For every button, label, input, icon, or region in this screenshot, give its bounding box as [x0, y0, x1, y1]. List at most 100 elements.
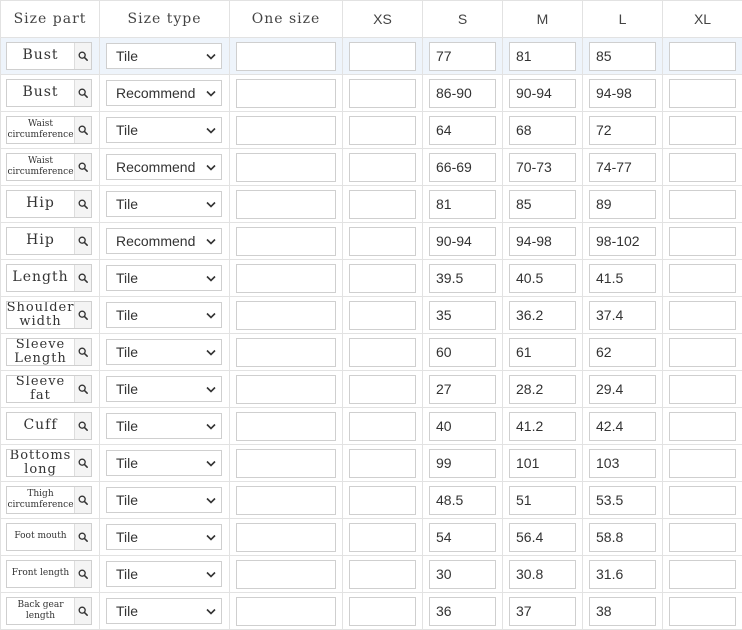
m-input[interactable]: 90-94 [509, 79, 576, 108]
size-part-field[interactable]: Bottoms long [6, 449, 92, 477]
one-size-input[interactable] [236, 560, 336, 589]
xl-input[interactable] [669, 42, 736, 71]
l-input[interactable]: 62 [589, 338, 656, 367]
m-input[interactable]: 30.8 [509, 560, 576, 589]
search-icon[interactable] [74, 561, 91, 587]
size-type-select[interactable]: Tile [106, 524, 222, 550]
size-part-field[interactable]: Waist circumference [6, 153, 92, 181]
size-part-field[interactable]: Thigh circumference [6, 486, 92, 514]
size-part-field[interactable]: Bust [6, 79, 92, 107]
l-input[interactable]: 103 [589, 449, 656, 478]
xs-input[interactable] [349, 375, 416, 404]
xs-input[interactable] [349, 523, 416, 552]
s-input[interactable]: 66-69 [429, 153, 496, 182]
xl-input[interactable] [669, 116, 736, 145]
s-input[interactable]: 48.5 [429, 486, 496, 515]
xs-input[interactable] [349, 116, 416, 145]
l-input[interactable]: 74-77 [589, 153, 656, 182]
xs-input[interactable] [349, 449, 416, 478]
xl-input[interactable] [669, 449, 736, 478]
l-input[interactable]: 72 [589, 116, 656, 145]
size-type-select[interactable]: Tile [106, 117, 222, 143]
xs-input[interactable] [349, 227, 416, 256]
xl-input[interactable] [669, 486, 736, 515]
one-size-input[interactable] [236, 338, 336, 367]
s-input[interactable]: 35 [429, 301, 496, 330]
m-input[interactable]: 36.2 [509, 301, 576, 330]
xs-input[interactable] [349, 597, 416, 626]
m-input[interactable]: 56.4 [509, 523, 576, 552]
l-input[interactable]: 37.4 [589, 301, 656, 330]
size-part-field[interactable]: Front length [6, 560, 92, 588]
l-input[interactable]: 41.5 [589, 264, 656, 293]
l-input[interactable]: 89 [589, 190, 656, 219]
size-type-select[interactable]: Tile [106, 302, 222, 328]
size-type-select[interactable]: Tile [106, 265, 222, 291]
xs-input[interactable] [349, 486, 416, 515]
s-input[interactable]: 81 [429, 190, 496, 219]
one-size-input[interactable] [236, 227, 336, 256]
size-type-select[interactable]: Tile [106, 450, 222, 476]
size-part-field[interactable]: Cuff [6, 412, 92, 440]
search-icon[interactable] [74, 339, 91, 365]
one-size-input[interactable] [236, 301, 336, 330]
xl-input[interactable] [669, 560, 736, 589]
search-icon[interactable] [74, 598, 91, 624]
s-input[interactable]: 64 [429, 116, 496, 145]
size-type-select[interactable]: Tile [106, 376, 222, 402]
l-input[interactable]: 31.6 [589, 560, 656, 589]
size-type-select[interactable]: Tile [106, 339, 222, 365]
search-icon[interactable] [74, 450, 91, 476]
xl-input[interactable] [669, 523, 736, 552]
m-input[interactable]: 41.2 [509, 412, 576, 441]
search-icon[interactable] [74, 228, 91, 254]
search-icon[interactable] [74, 302, 91, 328]
xl-input[interactable] [669, 338, 736, 367]
m-input[interactable]: 68 [509, 116, 576, 145]
size-type-select[interactable]: Tile [106, 561, 222, 587]
size-type-select[interactable]: Tile [106, 487, 222, 513]
xl-input[interactable] [669, 227, 736, 256]
search-icon[interactable] [74, 154, 91, 180]
one-size-input[interactable] [236, 523, 336, 552]
xl-input[interactable] [669, 412, 736, 441]
one-size-input[interactable] [236, 153, 336, 182]
l-input[interactable]: 58.8 [589, 523, 656, 552]
one-size-input[interactable] [236, 190, 336, 219]
size-type-select[interactable]: Recommend [106, 80, 222, 106]
l-input[interactable]: 38 [589, 597, 656, 626]
one-size-input[interactable] [236, 116, 336, 145]
xl-input[interactable] [669, 597, 736, 626]
search-icon[interactable] [74, 487, 91, 513]
s-input[interactable]: 77 [429, 42, 496, 71]
m-input[interactable]: 40.5 [509, 264, 576, 293]
size-part-field[interactable]: Hip [6, 227, 92, 255]
size-part-field[interactable]: Back gear length [6, 597, 92, 625]
m-input[interactable]: 81 [509, 42, 576, 71]
xs-input[interactable] [349, 42, 416, 71]
size-part-field[interactable]: Waist circumference [6, 116, 92, 144]
size-type-select[interactable]: Recommend [106, 154, 222, 180]
xl-input[interactable] [669, 153, 736, 182]
l-input[interactable]: 29.4 [589, 375, 656, 404]
xl-input[interactable] [669, 190, 736, 219]
s-input[interactable]: 30 [429, 560, 496, 589]
one-size-input[interactable] [236, 486, 336, 515]
s-input[interactable]: 60 [429, 338, 496, 367]
xs-input[interactable] [349, 560, 416, 589]
xl-input[interactable] [669, 79, 736, 108]
search-icon[interactable] [74, 265, 91, 291]
l-input[interactable]: 53.5 [589, 486, 656, 515]
s-input[interactable]: 86-90 [429, 79, 496, 108]
xs-input[interactable] [349, 338, 416, 367]
size-type-select[interactable]: Tile [106, 413, 222, 439]
one-size-input[interactable] [236, 449, 336, 478]
size-part-field[interactable]: Sleeve Length [6, 338, 92, 366]
s-input[interactable]: 54 [429, 523, 496, 552]
xs-input[interactable] [349, 190, 416, 219]
search-icon[interactable] [74, 191, 91, 217]
s-input[interactable]: 99 [429, 449, 496, 478]
xs-input[interactable] [349, 79, 416, 108]
xs-input[interactable] [349, 412, 416, 441]
size-type-select[interactable]: Tile [106, 43, 222, 69]
